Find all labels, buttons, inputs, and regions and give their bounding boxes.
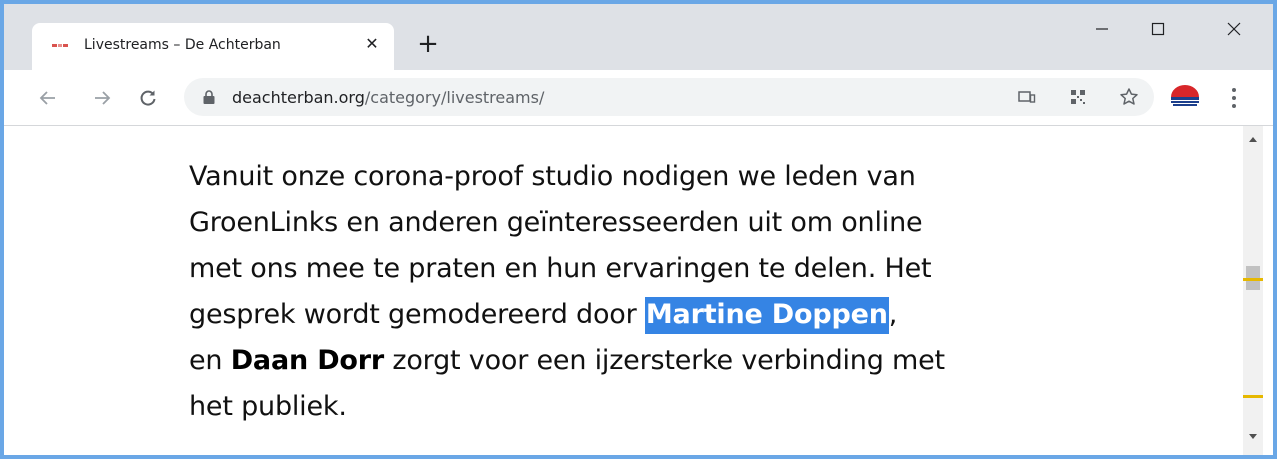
- selected-text-martine-doppen[interactable]: Martine Doppen: [644, 297, 889, 334]
- text-fragment: zorgt voor een ijzersterke verbinding me…: [383, 345, 945, 376]
- text-line: gesprek wordt gemodereerd door Martine D…: [189, 292, 1049, 338]
- back-button[interactable]: [34, 84, 62, 112]
- profile-avatar[interactable]: [1168, 80, 1202, 114]
- forward-arrow-icon: [95, 91, 111, 105]
- tab-close-button[interactable]: ✕: [362, 35, 382, 55]
- tab-strip: Livestreams – De Achterban ✕ +: [4, 4, 1273, 70]
- page-content: Vanuit onze corona-proof studio nodigen …: [4, 126, 1273, 455]
- scroll-up-arrow-icon: [1249, 137, 1257, 142]
- text-fragment: ,: [888, 299, 898, 330]
- tab-livestreams[interactable]: Livestreams – De Achterban ✕: [32, 23, 394, 70]
- close-icon: [1227, 22, 1241, 36]
- text-line: Vanuit onze corona-proof studio nodigen …: [189, 161, 916, 192]
- url-host: deachterban.org: [232, 88, 365, 107]
- scroll-down-arrow-icon: [1249, 434, 1257, 439]
- find-match-marker: [1243, 395, 1263, 398]
- address-bar[interactable]: deachterban.org/category/livestreams/: [184, 78, 1154, 116]
- text-fragment: en: [189, 345, 231, 376]
- reload-button[interactable]: [134, 84, 162, 112]
- site-favicon-icon: [52, 44, 68, 48]
- new-tab-button[interactable]: +: [416, 31, 440, 57]
- browser-toolbar: deachterban.org/category/livestreams/: [4, 70, 1273, 126]
- reload-icon: [140, 90, 156, 106]
- lock-icon[interactable]: [202, 89, 216, 105]
- scroll-up-button[interactable]: [1243, 130, 1263, 148]
- tab-title: Livestreams – De Achterban: [84, 37, 281, 53]
- url-path: /category/livestreams/: [364, 88, 545, 107]
- text-fragment: gesprek wordt gemodereerd door: [189, 299, 645, 330]
- find-match-marker: [1243, 278, 1263, 281]
- minimize-button[interactable]: [1082, 12, 1122, 46]
- cast-icon[interactable]: [1016, 87, 1038, 107]
- minimize-icon: [1096, 28, 1108, 30]
- star-icon[interactable]: [1118, 87, 1140, 107]
- back-arrow-icon: [39, 91, 55, 105]
- text-line: met ons mee te praten en hun ervaringen …: [189, 253, 932, 284]
- close-window-button[interactable]: [1214, 12, 1254, 46]
- url-text[interactable]: deachterban.org/category/livestreams/: [232, 88, 544, 107]
- maximize-button[interactable]: [1138, 12, 1178, 46]
- bold-name-daan-dorr: Daan Dorr: [230, 345, 384, 376]
- article-paragraph: Vanuit onze corona-proof studio nodigen …: [189, 154, 1049, 430]
- text-line: GroenLinks en anderen geïnteresseerden u…: [189, 207, 923, 238]
- text-line: en Daan Dorr zorgt voor een ijzersterke …: [189, 338, 1049, 384]
- forward-button[interactable]: [88, 84, 116, 112]
- browser-window: Livestreams – De Achterban ✕ + deachterb…: [4, 4, 1273, 455]
- qr-code-icon[interactable]: [1067, 87, 1089, 107]
- scroll-down-button[interactable]: [1243, 428, 1263, 446]
- text-line: het publiek.: [189, 391, 347, 422]
- vertical-scrollbar[interactable]: [1243, 126, 1263, 455]
- maximize-icon: [1151, 22, 1165, 36]
- more-menu-icon[interactable]: [1226, 84, 1242, 112]
